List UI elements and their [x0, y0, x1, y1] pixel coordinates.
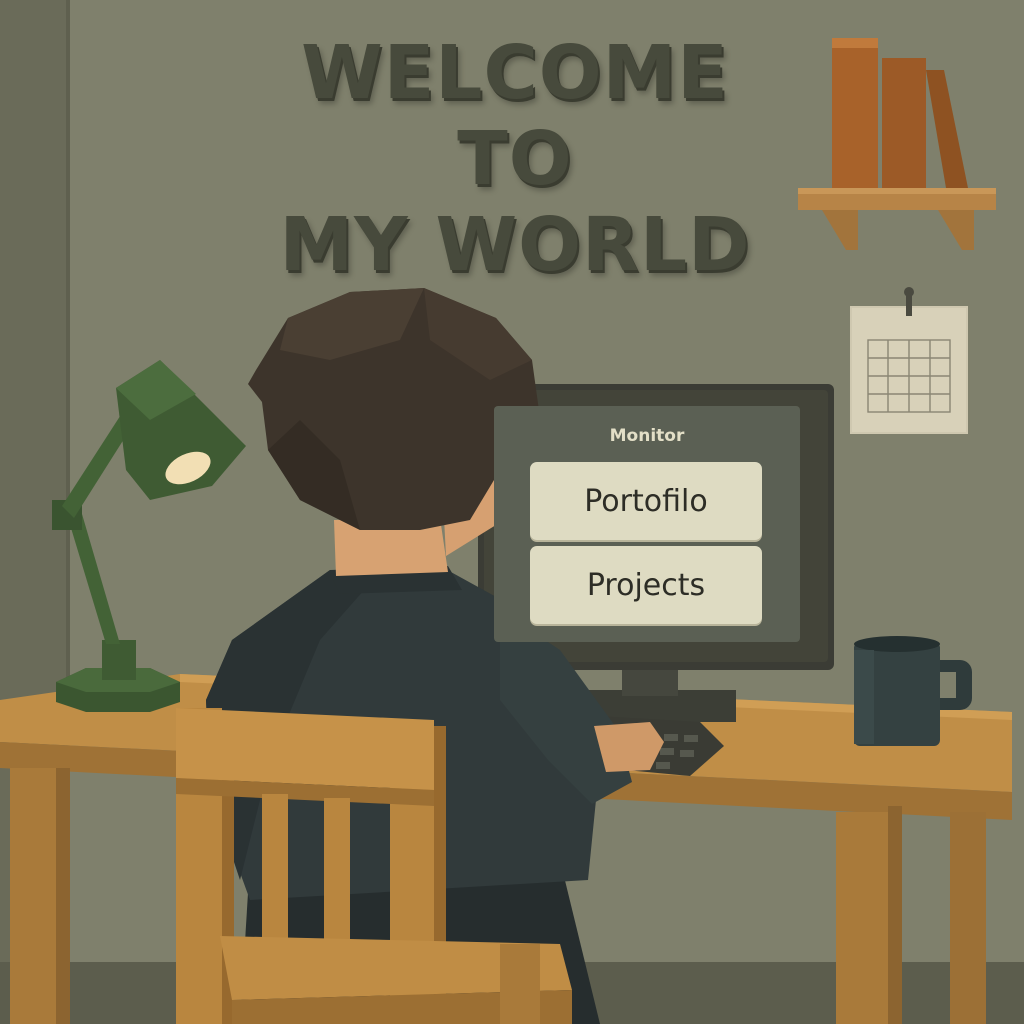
portfolio-button[interactable]: Portofilo — [530, 462, 762, 540]
welcome-headline: WELCOME TO MY WORLD — [190, 30, 840, 288]
monitor-title: Monitor — [609, 426, 685, 446]
room-scene: WELCOME TO MY WORLD Monitor Portofilo Pr… — [0, 0, 1024, 1024]
headline-line-1: WELCOME — [301, 30, 729, 116]
headline-line-2: TO — [457, 116, 573, 202]
headline-line-3: MY WORLD — [279, 202, 751, 288]
monitor-screen: Monitor Portofilo Projects — [494, 406, 800, 642]
projects-button[interactable]: Projects — [530, 546, 762, 624]
calendar-icon — [850, 287, 968, 434]
